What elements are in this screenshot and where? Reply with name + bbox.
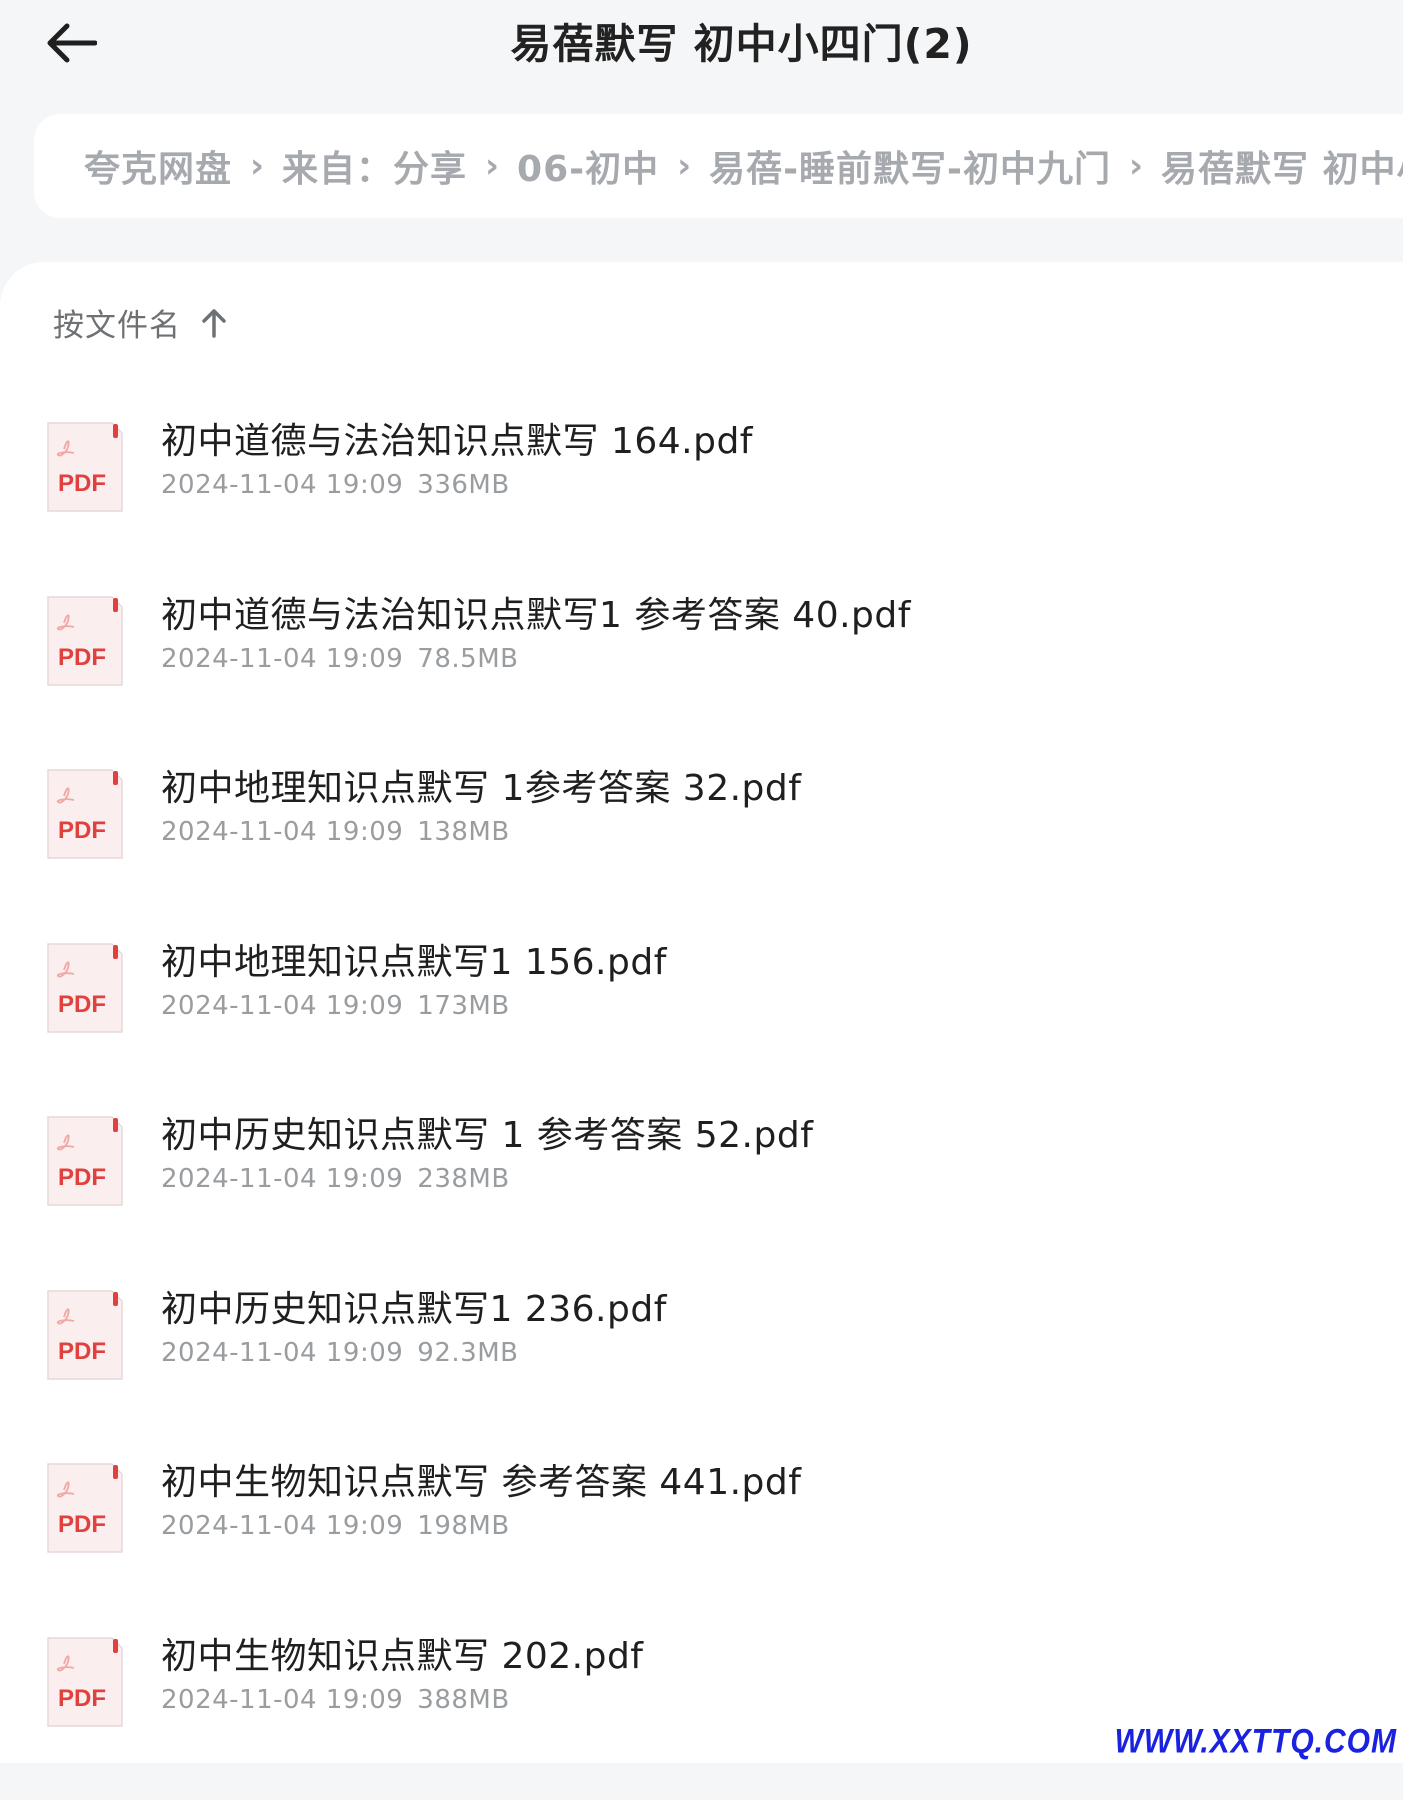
file-meta: 2024-11-04 19:09 92.3MB xyxy=(161,1338,518,1368)
file-name: 初中地理知识点默写 1参考答案 32.pdf xyxy=(161,759,801,811)
top-bar: 易蓓默写 初中小四门(2) xyxy=(0,0,1403,105)
file-meta: 2024-11-04 19:09 138MB xyxy=(161,817,510,847)
file-list-panel: 按文件名 PDF 初中道德与法治知识点默写 164.pdf 2024-11-04 1… xyxy=(0,262,1403,1763)
breadcrumb-item-nine-subjects[interactable]: 易蓓-睡前默写-初中九门 xyxy=(709,140,1111,192)
file-date: 2024-11-04 19:09 xyxy=(161,991,403,1021)
svg-text:PDF: PDF xyxy=(58,470,106,497)
file-date: 2024-11-04 19:09 xyxy=(161,1511,403,1541)
file-date: 2024-11-04 19:09 xyxy=(161,644,403,674)
svg-text:PDF: PDF xyxy=(58,1511,106,1538)
page-title: 易蓓默写 初中小四门(2) xyxy=(0,10,1403,70)
file-row[interactable]: PDF 初中历史知识点默写 1 参考答案 52.pdf 2024-11-04 19:… xyxy=(0,1106,1403,1280)
breadcrumb-item-quark-drive[interactable]: 夸克网盘 xyxy=(84,140,232,192)
file-row[interactable]: PDF 初中地理知识点默写1 156.pdf 2024-11-04 19:09 173… xyxy=(0,933,1403,1107)
pdf-file-icon: PDF xyxy=(46,1289,124,1381)
file-name: 初中历史知识点默写 1 参考答案 52.pdf xyxy=(161,1106,813,1158)
chevron-right-icon: › xyxy=(232,146,282,186)
file-row[interactable]: PDF 初中生物知识点默写 参考答案 441.pdf 2024-11-04 19:0… xyxy=(0,1453,1403,1627)
file-row[interactable]: PDF 初中生物知识点默写 202.pdf 2024-11-04 19:09 388M… xyxy=(0,1627,1403,1800)
file-date: 2024-11-04 19:09 xyxy=(161,817,403,847)
pdf-file-icon: PDF xyxy=(46,595,124,687)
breadcrumb-item-junior-high[interactable]: 06-初中 xyxy=(517,140,659,192)
svg-text:PDF: PDF xyxy=(58,991,106,1018)
chevron-right-icon: › xyxy=(467,146,517,186)
file-list: PDF 初中道德与法治知识点默写 164.pdf 2024-11-04 19:09 3… xyxy=(0,412,1403,1800)
file-meta: 2024-11-04 19:09 388MB xyxy=(161,1685,510,1715)
chevron-right-icon: › xyxy=(1111,146,1161,186)
file-name: 初中地理知识点默写1 156.pdf xyxy=(161,933,667,985)
file-name: 初中道德与法治知识点默写 164.pdf xyxy=(161,412,753,464)
pdf-file-icon: PDF xyxy=(46,942,124,1034)
file-meta: 2024-11-04 19:09 198MB xyxy=(161,1511,510,1541)
file-date: 2024-11-04 19:09 xyxy=(161,1685,403,1715)
sort-label: 按文件名 xyxy=(53,300,181,345)
file-row[interactable]: PDF 初中道德与法治知识点默写1 参考答案 40.pdf 2024-11-04 1… xyxy=(0,586,1403,760)
file-name: 初中道德与法治知识点默写1 参考答案 40.pdf xyxy=(161,586,911,638)
pdf-file-icon: PDF xyxy=(46,1636,124,1728)
file-size: 336MB xyxy=(417,470,509,500)
file-row[interactable]: PDF 初中道德与法治知识点默写 164.pdf 2024-11-04 19:09 3… xyxy=(0,412,1403,586)
file-name: 初中生物知识点默写 202.pdf xyxy=(161,1627,643,1679)
file-meta: 2024-11-04 19:09 238MB xyxy=(161,1164,510,1194)
svg-text:PDF: PDF xyxy=(58,1164,106,1191)
svg-text:PDF: PDF xyxy=(58,1685,106,1712)
file-row[interactable]: PDF 初中历史知识点默写1 236.pdf 2024-11-04 19:09 92.… xyxy=(0,1280,1403,1454)
file-date: 2024-11-04 19:09 xyxy=(161,1338,403,1368)
file-date: 2024-11-04 19:09 xyxy=(161,1164,403,1194)
arrow-up-icon xyxy=(201,308,227,338)
file-date: 2024-11-04 19:09 xyxy=(161,470,403,500)
file-size: 78.5MB xyxy=(417,644,518,674)
sort-button[interactable]: 按文件名 xyxy=(53,300,227,345)
file-meta: 2024-11-04 19:09 78.5MB xyxy=(161,644,518,674)
file-name: 初中生物知识点默写 参考答案 441.pdf xyxy=(161,1453,801,1505)
file-name: 初中历史知识点默写1 236.pdf xyxy=(161,1280,667,1332)
svg-text:PDF: PDF xyxy=(58,1338,106,1365)
file-size: 198MB xyxy=(417,1511,509,1541)
breadcrumb-item-current[interactable]: 易蓓默写 初中小 xyxy=(1161,140,1403,192)
file-size: 388MB xyxy=(417,1685,509,1715)
svg-text:PDF: PDF xyxy=(58,644,106,671)
breadcrumb-item-shared[interactable]: 来自：分享 xyxy=(282,140,467,192)
file-meta: 2024-11-04 19:09 173MB xyxy=(161,991,510,1021)
file-size: 238MB xyxy=(417,1164,509,1194)
pdf-file-icon: PDF xyxy=(46,421,124,513)
file-size: 138MB xyxy=(417,817,509,847)
pdf-file-icon: PDF xyxy=(46,768,124,860)
breadcrumb: 夸克网盘 › 来自：分享 › 06-初中 › 易蓓-睡前默写-初中九门 › 易蓓… xyxy=(34,114,1403,218)
pdf-file-icon: PDF xyxy=(46,1115,124,1207)
file-meta: 2024-11-04 19:09 336MB xyxy=(161,470,510,500)
file-size: 92.3MB xyxy=(417,1338,518,1368)
file-size: 173MB xyxy=(417,991,509,1021)
watermark: WWW.XXTTQ.COM xyxy=(1115,1722,1397,1761)
pdf-file-icon: PDF xyxy=(46,1462,124,1554)
file-row[interactable]: PDF 初中地理知识点默写 1参考答案 32.pdf 2024-11-04 19:0… xyxy=(0,759,1403,933)
chevron-right-icon: › xyxy=(659,146,709,186)
svg-text:PDF: PDF xyxy=(58,817,106,844)
